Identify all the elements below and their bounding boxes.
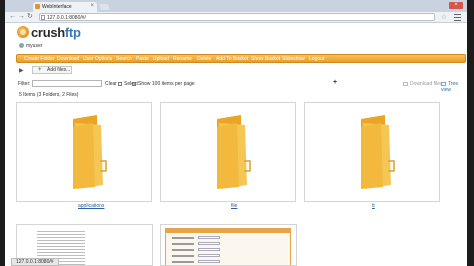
- preview-field: [198, 242, 220, 245]
- preview-line: [172, 255, 194, 257]
- screenshot-preview: [165, 228, 291, 265]
- new-tab-button[interactable]: [98, 4, 111, 10]
- browser-status-bar: 127.0.0.1:8080/#: [11, 258, 59, 266]
- folder-icon: [217, 115, 251, 189]
- show-count-checkbox[interactable]: Show 100 items per page: [132, 81, 195, 87]
- sub-toolbar: ▶ + Add files...: [16, 66, 466, 75]
- delete-button[interactable]: Delete: [197, 56, 211, 62]
- tab-title: WebInterface: [42, 4, 72, 10]
- page-icon: [41, 15, 45, 20]
- clear-link[interactable]: Clear: [105, 81, 117, 87]
- add-files-button[interactable]: + Add files...: [32, 66, 72, 74]
- slideshow-button[interactable]: Slideshow: [282, 56, 305, 62]
- add-to-basket-button[interactable]: Add To Basket: [216, 56, 248, 62]
- brand-text-a: crush: [31, 25, 65, 40]
- item-name-link[interactable]: tt: [372, 203, 375, 209]
- show-basket-button[interactable]: Show Basket: [251, 56, 280, 62]
- address-bar-row: ← → ↻ 127.0.0.1:8080/#/ ☆: [5, 12, 467, 23]
- checkbox-icon: [118, 82, 122, 86]
- download-icon: [403, 82, 408, 86]
- plus-icon: +: [38, 67, 42, 73]
- preview-field: [198, 236, 220, 239]
- main-toolbar: Create Folder Download User Options Sear…: [16, 54, 466, 63]
- thumbnail-card[interactable]: [160, 102, 296, 202]
- create-folder-button[interactable]: Create Folder: [24, 56, 55, 62]
- thumbnail-card[interactable]: [16, 102, 152, 202]
- browser-menu-icon[interactable]: [454, 14, 461, 21]
- item-name-link[interactable]: file: [231, 203, 237, 209]
- item-summary: 5 Items (3 Folders, 2 Files): [19, 92, 79, 98]
- reload-button[interactable]: ↻: [27, 13, 33, 21]
- expand-plus-button[interactable]: +: [333, 79, 337, 86]
- download-files-label: Download files: [410, 81, 443, 87]
- forward-button[interactable]: →: [18, 13, 25, 21]
- favicon-icon: [35, 4, 40, 9]
- filter-label: Filter:: [18, 81, 31, 87]
- folder-icon: [361, 115, 395, 189]
- window-close-button[interactable]: ×: [449, 2, 463, 9]
- paste-button[interactable]: Paste: [136, 56, 149, 62]
- back-button[interactable]: ←: [9, 13, 16, 21]
- user-icon: [19, 43, 24, 48]
- filter-input[interactable]: [32, 80, 102, 87]
- preview-line: [172, 261, 194, 263]
- preview-field: [198, 260, 220, 263]
- brand-logo: crushftp: [31, 25, 81, 40]
- download-files-button[interactable]: Download files: [403, 81, 443, 87]
- url-input[interactable]: 127.0.0.1:8080/#/: [39, 13, 435, 21]
- preview-line: [172, 249, 194, 251]
- play-arrow-icon[interactable]: ▶: [19, 67, 24, 74]
- logout-button[interactable]: Logout: [309, 56, 324, 62]
- preview-field: [198, 248, 220, 251]
- preview-header: [166, 229, 290, 233]
- preview-field: [198, 254, 220, 257]
- preview-line: [172, 243, 194, 245]
- add-files-label: Add files...: [47, 67, 71, 73]
- show-count-label: Show 100 items per page: [138, 81, 195, 87]
- crushftp-logo-icon: [17, 26, 29, 38]
- brand-text-b: ftp: [64, 25, 81, 40]
- bookmark-star-icon[interactable]: ☆: [441, 13, 447, 21]
- checkbox-icon: [132, 82, 136, 86]
- rename-button[interactable]: Rename: [173, 56, 192, 62]
- current-user: myuser: [19, 43, 42, 49]
- tab-strip: WebInterface × ×: [5, 0, 467, 12]
- browser-window: WebInterface × × ← → ↻ 127.0.0.1:8080/#/…: [5, 0, 467, 266]
- thumbnail-card[interactable]: [304, 102, 440, 202]
- tab-close-icon[interactable]: ×: [90, 3, 94, 9]
- download-button[interactable]: Download: [57, 56, 79, 62]
- browser-tab[interactable]: WebInterface ×: [33, 2, 97, 12]
- tree-view-button[interactable]: Tree view: [441, 81, 466, 93]
- preview-line: [172, 237, 194, 239]
- thumbnail-card[interactable]: [160, 224, 297, 266]
- username: myuser: [26, 43, 43, 49]
- upload-button[interactable]: Upload: [153, 56, 169, 62]
- folder-icon: [73, 115, 107, 189]
- search-button[interactable]: Search: [116, 56, 132, 62]
- user-options-button[interactable]: User Options: [83, 56, 112, 62]
- url-text: 127.0.0.1:8080/#/: [47, 15, 86, 21]
- tree-view-icon: [441, 82, 446, 86]
- item-name-link[interactable]: applications: [78, 203, 104, 209]
- filter-row: Filter: Clear Select Show 100 items per …: [18, 79, 466, 93]
